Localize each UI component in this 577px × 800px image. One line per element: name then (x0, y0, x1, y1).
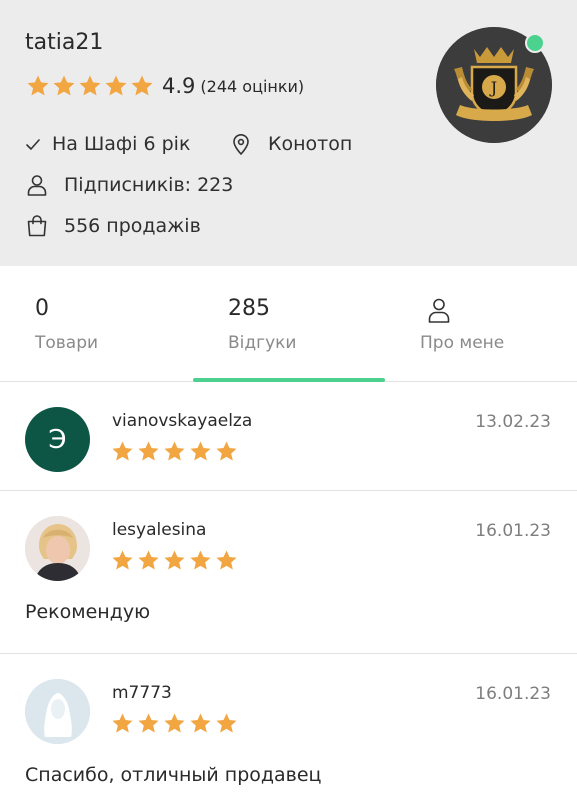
review-date: 16.01.23 (475, 684, 551, 704)
star-icon (104, 74, 128, 98)
tab-products[interactable]: 0 Товари (35, 266, 155, 382)
user-photo-icon (25, 516, 90, 581)
person-icon (428, 298, 450, 323)
city-text: Конотоп (268, 133, 353, 155)
review-stars (111, 549, 241, 572)
followers-text: Підписників: 223 (64, 174, 234, 196)
star-icon (111, 549, 134, 572)
star-icon (189, 440, 212, 463)
star-icon (215, 440, 238, 463)
online-indicator (525, 33, 545, 53)
review-stars (111, 712, 241, 735)
profile-tabs: 0 Товари 285 Відгуки Про мене (0, 266, 577, 382)
rating-value: 4.9 (162, 74, 196, 98)
on-shafa-text: На Шафі 6 рік (52, 133, 191, 155)
svg-text:J: J (489, 78, 497, 97)
profile-username: tatia21 (25, 30, 104, 55)
star-icon (163, 549, 186, 572)
check-icon (26, 139, 40, 150)
tab-about[interactable]: Про мене (385, 266, 577, 382)
star-icon (189, 712, 212, 735)
reviewer-username[interactable]: lesyalesina (112, 520, 206, 540)
tab-reviews-count: 285 (228, 296, 270, 321)
reviewer-username[interactable]: m7773 (112, 683, 172, 703)
star-icon (26, 74, 50, 98)
review-item: m7773 16.01.23 Спасибо, отличный продаве… (0, 654, 577, 800)
shopping-bag-icon (27, 215, 47, 237)
star-icon (111, 440, 134, 463)
star-icon (137, 549, 160, 572)
tab-products-count: 0 (35, 296, 49, 321)
followers-info[interactable]: Підписників: 223 (25, 173, 233, 197)
location-pin-icon (233, 134, 249, 156)
review-item: lesyalesina 16.01.23 Рекомендую (0, 491, 577, 654)
star-icon (163, 440, 186, 463)
reviewer-avatar[interactable] (25, 516, 90, 581)
rating-count: (244 оцінки) (200, 76, 305, 96)
star-icon (78, 74, 102, 98)
city-info: Конотоп (230, 132, 352, 156)
review-item: Э vianovskayaelza 13.02.23 (0, 382, 577, 491)
reviewer-username[interactable]: vianovskayaelza (112, 411, 252, 431)
star-icon (130, 74, 154, 98)
tab-reviews[interactable]: 285 Відгуки (193, 266, 385, 382)
rating-stars (26, 74, 156, 98)
review-stars (111, 440, 241, 463)
tab-reviews-label: Відгуки (228, 333, 297, 353)
reviewer-avatar-letter: Э (48, 424, 67, 455)
review-date: 16.01.23 (475, 521, 551, 541)
sales-text: 556 продажів (64, 215, 201, 237)
star-icon (137, 440, 160, 463)
person-icon (27, 175, 47, 196)
star-icon (189, 549, 212, 572)
review-date: 13.02.23 (475, 412, 551, 432)
sales-info: 556 продажів (25, 214, 201, 238)
on-shafa-info: На Шафі 6 рік (25, 132, 190, 156)
tab-about-label: Про мене (420, 333, 505, 353)
review-text: Рекомендую (25, 601, 151, 623)
star-icon (52, 74, 76, 98)
star-icon (163, 712, 186, 735)
default-avatar-icon (25, 679, 90, 744)
reviewer-avatar[interactable] (25, 679, 90, 744)
profile-rating[interactable]: 4.9 (244 оцінки) (26, 74, 304, 98)
star-icon (137, 712, 160, 735)
review-text: Спасибо, отличный продавец (25, 764, 322, 786)
profile-header: tatia21 4.9 (244 оцінки) На Шафі 6 рік К… (0, 0, 577, 266)
star-icon (111, 712, 134, 735)
star-icon (215, 549, 238, 572)
tab-products-label: Товари (35, 333, 99, 353)
star-icon (215, 712, 238, 735)
reviewer-avatar[interactable]: Э (25, 407, 90, 472)
